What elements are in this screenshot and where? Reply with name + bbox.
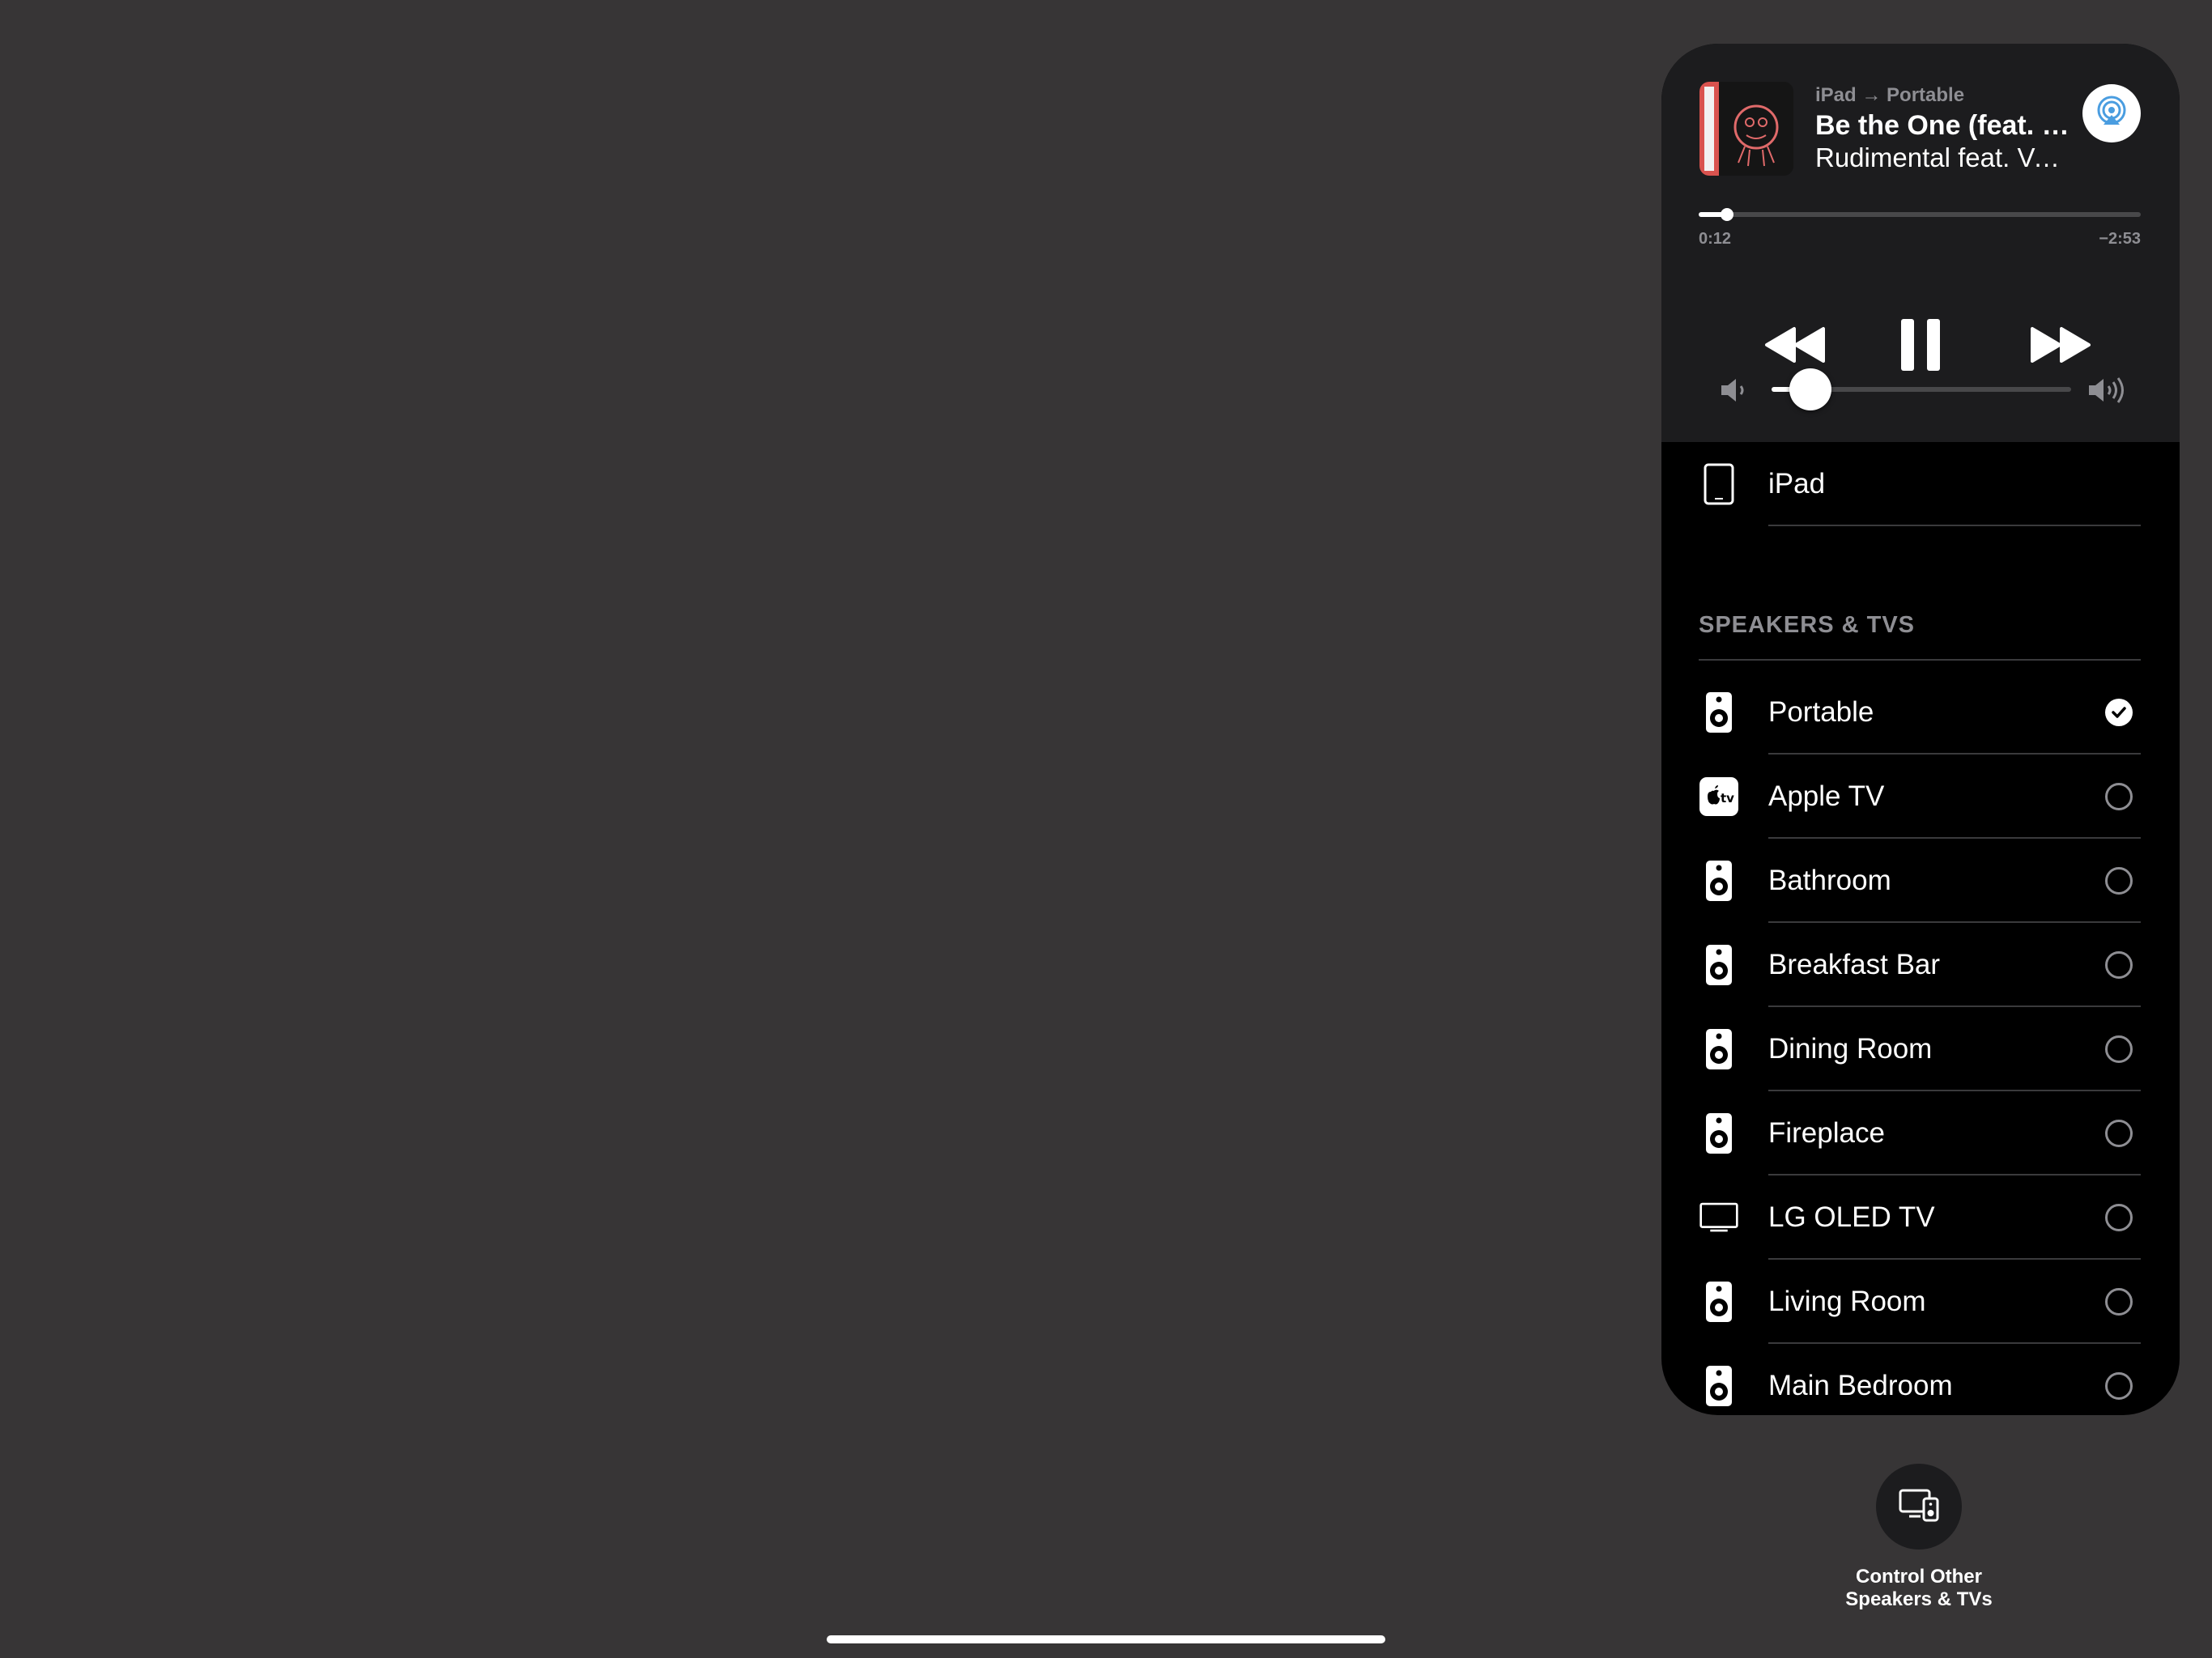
checkmark-unselected-icon[interactable] [2105,1372,2133,1400]
checkmark-unselected-icon[interactable] [2105,783,2133,810]
checkmark-unselected-icon[interactable] [2105,1204,2133,1231]
control-other-speakers-label: Control Other Speakers & TVs [1845,1566,1993,1610]
device-row-living-room[interactable]: Living Room [1661,1260,2180,1344]
device-label: Bathroom [1768,865,1891,896]
device-row-breakfast-bar[interactable]: Breakfast Bar [1661,923,2180,1007]
checkmark-unselected-icon[interactable] [2105,951,2133,979]
progress-knob[interactable] [1721,208,1734,221]
speaker-icon [1699,923,1739,1007]
device-label: Portable [1768,696,1874,728]
album-artwork[interactable] [1699,82,1793,176]
checkmark-unselected-icon[interactable] [2105,1120,2133,1147]
home-indicator[interactable] [827,1635,1385,1643]
device-row-main-bedroom[interactable]: Main Bedroom [1661,1344,2180,1415]
time-elapsed: 0:12 [1699,230,1732,248]
device-row-ipad[interactable]: iPad [1661,442,2180,526]
divider [1768,525,2141,526]
device-label: Living Room [1768,1286,1926,1317]
volume-high-icon [2086,376,2129,409]
device-label-ipad: iPad [1768,468,1826,500]
rewind-icon [1763,325,1828,368]
device-row-dining-room[interactable]: Dining Room [1661,1007,2180,1091]
device-label: Dining Room [1768,1033,1933,1065]
speaker-icon [1699,839,1739,923]
checkmark-unselected-icon[interactable] [2105,1035,2133,1063]
devices-icon [1898,1487,1940,1527]
volume-knob[interactable] [1789,368,1832,410]
device-row-apple-tv[interactable]: tv Apple TV [1661,755,2180,839]
airplay-button[interactable] [2082,84,2141,142]
device-label: Apple TV [1768,780,1885,812]
fast-forward-icon [2027,325,2092,368]
device-row-fireplace[interactable]: Fireplace [1661,1091,2180,1175]
fast-forward-button[interactable] [2019,316,2100,377]
tv-icon [1699,1175,1739,1260]
speaker-icon [1699,1091,1739,1175]
device-label: Fireplace [1768,1117,1885,1149]
speaker-icon [1699,670,1739,755]
control-other-speakers-button[interactable] [1876,1464,1962,1550]
now-playing-card: iPad → Portable Be the One (feat. Vaness… [1661,44,2180,442]
speaker-icon [1699,1344,1739,1415]
checkmark-selected-icon[interactable] [2105,699,2133,726]
device-row-bathroom[interactable]: Bathroom [1661,839,2180,923]
speaker-icon [1699,1007,1739,1091]
volume-slider[interactable] [1772,368,2071,410]
route-label: iPad → Portable [1815,84,1965,106]
svg-text:tv: tv [1721,791,1734,806]
airplay-panel: iPad → Portable Be the One (feat. Vaness… [1661,44,2180,1415]
song-artist: Rudimental feat. Vanessa White [1815,142,2074,172]
rewind-button[interactable] [1755,316,1836,377]
device-label: Main Bedroom [1768,1370,1953,1401]
checkmark-unselected-icon[interactable] [2105,1288,2133,1316]
pause-icon [1898,317,1943,376]
device-label: LG OLED TV [1768,1201,1935,1233]
pause-button[interactable] [1888,308,1953,385]
ipad-icon [1699,442,1739,526]
checkmark-unselected-icon[interactable] [2105,867,2133,895]
device-label: Breakfast Bar [1768,949,1941,980]
time-remaining: −2:53 [2099,230,2141,248]
volume-low-icon [1718,376,1750,409]
progress-scrubber[interactable] [1699,208,2141,221]
song-title: Be the One (feat. Vanessa White) [1815,110,2074,141]
apple-tv-icon: tv [1699,755,1739,839]
device-row-portable[interactable]: Portable [1661,670,2180,755]
divider [1699,659,2141,661]
device-row-lg-oled-tv[interactable]: LG OLED TV [1661,1175,2180,1260]
airplay-audio-icon [2092,92,2131,135]
speaker-icon [1699,1260,1739,1344]
section-header-speakers-tvs: SPEAKERS & TVS [1699,612,1915,638]
